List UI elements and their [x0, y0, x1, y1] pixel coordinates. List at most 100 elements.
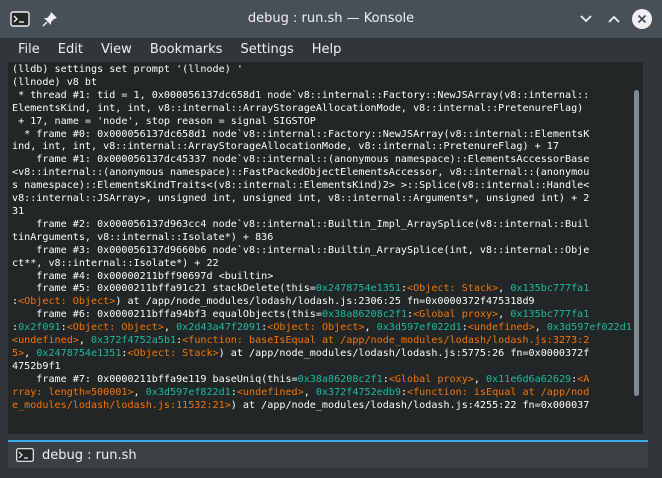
terminal-line: frame #1: 0x000056137dc45337 node`v8::in…: [12, 154, 631, 167]
output-text: ct**, v8::internal::Isolate*) + 22: [12, 257, 219, 269]
object-text: <function: baseIsEqual at /app/node_modu…: [182, 335, 590, 347]
object-text: <Object: Stack>: [407, 283, 499, 295]
object-text: <Global proxy>: [413, 309, 499, 321]
output-text: ind, int, int, v8::internal::ArrayStorag…: [12, 141, 559, 153]
scrollbar-thumb[interactable]: [634, 90, 639, 396]
menu-bar: File Edit View Bookmarks Settings Help: [0, 38, 662, 60]
address-text: 0x372f4752a5b1: [91, 335, 177, 347]
object-text: <Object: Stack>: [127, 347, 219, 359]
object-text: <undefined>: [236, 386, 304, 398]
tab-debug-run-sh[interactable]: debug : run.sh: [8, 440, 648, 468]
terminal-line: ct**, v8::internal::Isolate*) + 22: [12, 258, 631, 271]
output-text: ElementsKind, int, int, v8::internal::Ar…: [12, 102, 584, 114]
output-text: ,: [163, 322, 177, 334]
address-text: 0x38a86208c2f1: [321, 309, 408, 321]
object-text: <A: [577, 373, 590, 385]
terminal-line: :0x2f091:<Object: Object>, 0x2d43a47f209…: [12, 322, 631, 335]
terminal-line: ind, int, int, v8::internal::ArrayStorag…: [12, 141, 631, 154]
konsole-window: debug : run.sh — Konsole File Edit View: [0, 0, 662, 478]
menu-bookmarks[interactable]: Bookmarks: [141, 38, 232, 60]
terminal-line: 5>, 0x2478754e1351:<Object: Stack>) at /…: [12, 348, 631, 361]
output-text: * thread #1: tid = 1, 0x000056137dc658d1…: [12, 89, 590, 101]
address-text: 0x135bc777fa1: [510, 283, 590, 295]
object-text: <Object: Object>: [66, 322, 164, 334]
output-text: frame #5: 0x0000211bffa91c21 stackDelete…: [12, 283, 316, 295]
terminal-line: <v8::internal::(anonymous namespace)::Fa…: [12, 167, 631, 180]
output-text: ) at /app/node_modules/lodash/lodash.js:…: [230, 399, 590, 411]
output-text: tinArguments, v8::internal::Isolate*) + …: [12, 231, 274, 243]
output-text: frame #7: 0x0000211bffa9e119 baseUniq(th…: [12, 373, 298, 385]
object-text: <Object: Object>: [267, 322, 365, 334]
output-text: * frame #0: 0x000056137dc658d1 node`v8::…: [12, 128, 590, 140]
output-text: ,: [473, 373, 487, 385]
output-text: v8::internal::JSArray>, unsigned int, un…: [12, 193, 590, 205]
terminal-line: 31: [12, 206, 631, 219]
address-text: 0x2f091: [18, 322, 61, 334]
menu-file[interactable]: File: [9, 38, 49, 60]
output-text: ,: [498, 309, 511, 321]
terminal-line: s namespace)::ElementsKindTraits<(v8::in…: [12, 180, 631, 193]
terminal-line: 4752b9f1: [12, 361, 631, 374]
output-text: 31: [12, 205, 25, 217]
object-text: <function: isEqual at /app/nod: [407, 386, 590, 398]
address-text: 0x2d43a47f2091: [176, 322, 262, 334]
output-text: <v8::internal::(anonymous namespace)::Fa…: [12, 167, 590, 179]
output-text: s namespace)::ElementsKindTraits<(v8::in…: [12, 180, 590, 192]
title-bar[interactable]: debug : run.sh — Konsole: [0, 0, 662, 38]
chevron-down-icon: [580, 15, 592, 23]
terminal-line: <undefined>, 0x372f4752a5b1:<function: b…: [12, 335, 631, 348]
menu-view[interactable]: View: [92, 38, 141, 60]
terminal-line: v8::internal::JSArray>, unsigned int, un…: [12, 193, 631, 206]
address-text: 0x135bc777fa1: [510, 309, 590, 321]
object-text: rray: length=500001>: [12, 386, 134, 398]
output-text: frame #2: 0x000056137d963cc4 node`v8::in…: [12, 218, 590, 230]
terminal-line: + 17, name = 'node', stop reason = signa…: [12, 116, 631, 129]
address-text: 0x3d597ef022d1: [376, 322, 462, 334]
object-text: 5>: [12, 347, 25, 359]
terminal-output[interactable]: (lldb) settings set prompt '(llnode) ' (l…: [8, 62, 631, 434]
terminal-line: rray: length=500001>, 0x3d597ef822d1:<un…: [12, 387, 631, 400]
output-text: ) at /app/node_modules/lodash/lodash.js:…: [218, 347, 590, 359]
output-text: (lldb) settings set prompt '(llnode) ': [12, 64, 243, 75]
window-controls: [576, 9, 652, 29]
address-text: 0x3d597ef822d1: [145, 386, 231, 398]
address-text: 0x372f4752edb9: [315, 386, 401, 398]
output-text: frame #4: 0x00000211bff90697d <builtin>: [12, 270, 274, 282]
object-text: <undefined>: [12, 335, 79, 347]
terminal-line: frame #3: 0x000056137d9660b6 node`v8::in…: [12, 245, 631, 258]
output-text: + 17, name = 'node', stop reason = signa…: [12, 115, 316, 127]
terminal-line: * frame #0: 0x000056137dc658d1 node`v8::…: [12, 129, 631, 142]
terminal-text: (lldb) settings set prompt '(llnode) ' (l…: [8, 62, 631, 412]
terminal-line: (llnode) v8 bt: [12, 77, 631, 90]
minimize-button[interactable]: [576, 9, 596, 29]
output-text: ,: [78, 335, 92, 347]
terminal-line: frame #6: 0x0000211bffa94bf3 equalObject…: [12, 309, 631, 322]
menu-settings[interactable]: Settings: [231, 38, 302, 60]
close-button[interactable]: [632, 9, 652, 29]
terminal-line: frame #2: 0x000056137d963cc4 node`v8::in…: [12, 219, 631, 232]
chevron-up-icon: [608, 15, 620, 23]
maximize-button[interactable]: [604, 9, 624, 29]
terminal-line: tinArguments, v8::internal::Isolate*) + …: [12, 232, 631, 245]
output-text: frame #1: 0x000056137dc45337 node`v8::in…: [12, 154, 590, 166]
output-text: ,: [303, 386, 316, 398]
object-text: <Global proxy>: [388, 373, 474, 385]
close-icon: [637, 14, 647, 24]
terminal-line: * thread #1: tid = 1, 0x000056137dc658d1…: [12, 90, 631, 103]
address-text: 0x3d597ef022d1: [546, 322, 631, 334]
menu-help[interactable]: Help: [303, 38, 351, 60]
terminal-line: frame #7: 0x0000211bffa9e119 baseUniq(th…: [12, 374, 631, 387]
address-text: 0x2478754e1351: [36, 347, 122, 359]
address-text: 0x2478754e1351: [315, 283, 401, 295]
output-text: ,: [534, 322, 547, 334]
output-text: ,: [364, 322, 377, 334]
terminal-line: frame #5: 0x0000211bffa91c21 stackDelete…: [12, 283, 631, 296]
output-text: ,: [133, 386, 146, 398]
tab-label: debug : run.sh: [42, 447, 137, 463]
output-text: frame #6: 0x0000211bffa94bf3 equalObject…: [12, 309, 322, 321]
object-text: <undefined>: [467, 322, 535, 334]
menu-edit[interactable]: Edit: [49, 38, 92, 60]
terminal-scrollbar[interactable]: [631, 62, 643, 434]
tab-bar: debug : run.sh: [0, 436, 662, 478]
terminal-line: ElementsKind, int, int, v8::internal::Ar…: [12, 103, 631, 116]
